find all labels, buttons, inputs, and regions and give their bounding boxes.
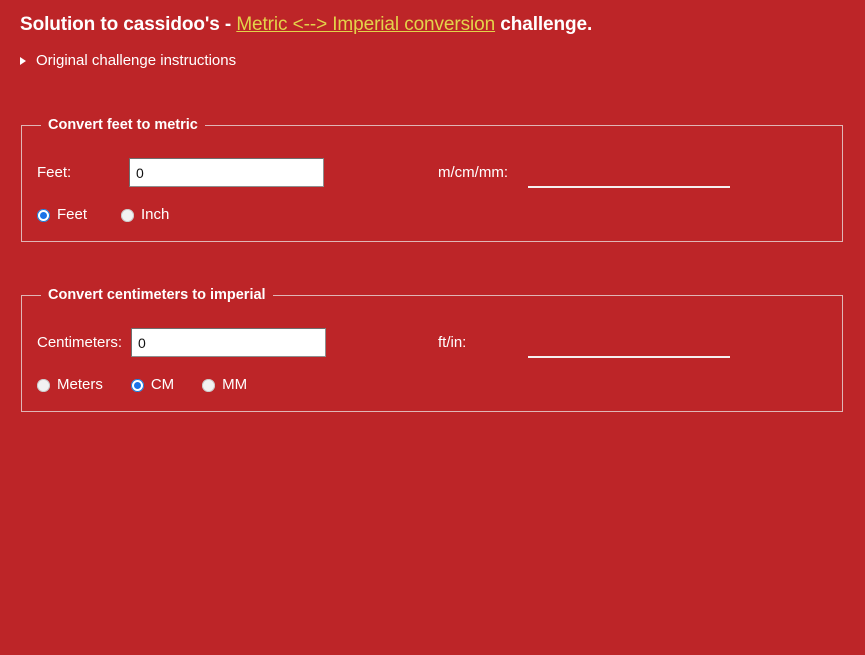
convert-feet-to-metric-fieldset: Convert feet to metric Feet: m/cm/mm: Fe… — [21, 116, 843, 242]
convert-centimeters-to-imperial-fieldset: Convert centimeters to imperial Centimet… — [21, 286, 843, 412]
metric-output-value — [528, 158, 730, 188]
feet-unit-radio-group: Feet Inch — [37, 204, 169, 226]
radio-option-meters[interactable]: Meters — [37, 376, 103, 394]
convert-feet-to-metric-legend: Convert feet to metric — [41, 116, 205, 135]
page-root: Solution to cassidoo's - Metric <--> Imp… — [0, 0, 865, 655]
radio-option-feet[interactable]: Feet — [37, 206, 87, 224]
radio-unselected-icon — [202, 378, 216, 392]
imperial-output-value — [528, 328, 730, 358]
metric-output-label: m/cm/mm: — [438, 164, 508, 181]
radio-option-meters-label: Meters — [57, 376, 103, 393]
radio-option-cm-label: CM — [150, 376, 175, 393]
radio-option-cm[interactable]: CM — [130, 376, 175, 394]
original-challenge-instructions-label: Original challenge instructions — [36, 52, 237, 69]
radio-option-feet-label: Feet — [57, 206, 88, 223]
radio-option-mm-label: MM — [222, 376, 248, 393]
centimeters-input-label: Centimeters: — [37, 334, 123, 351]
radio-selected-icon — [37, 208, 50, 222]
disclosure-triangle-closed-icon — [20, 57, 26, 65]
radio-option-inch-label: Inch — [141, 206, 170, 223]
radio-selected-icon — [130, 378, 144, 392]
imperial-output-label: ft/in: — [438, 334, 467, 351]
centimeters-input[interactable] — [131, 328, 326, 357]
feet-input[interactable] — [129, 158, 324, 187]
radio-option-inch[interactable]: Inch — [121, 206, 169, 224]
challenge-link[interactable]: Metric <--> Imperial conversion — [236, 14, 495, 35]
original-challenge-instructions-toggle[interactable]: Original challenge instructions — [20, 50, 236, 72]
radio-unselected-icon — [121, 208, 135, 222]
page-title-prefix: Solution to cassidoo's - — [20, 14, 237, 35]
feet-field-row: Feet: m/cm/mm: — [22, 156, 842, 190]
radio-option-mm[interactable]: MM — [202, 376, 247, 394]
convert-centimeters-to-imperial-legend: Convert centimeters to imperial — [41, 286, 273, 305]
page-title-suffix: challenge. — [495, 14, 593, 35]
centimeters-unit-radio-group: Meters CM MM — [37, 374, 247, 396]
radio-unselected-icon — [37, 378, 50, 392]
feet-input-label: Feet: — [37, 164, 72, 181]
centimeters-field-row: Centimeters: ft/in: — [22, 326, 842, 360]
page-title: Solution to cassidoo's - Metric <--> Imp… — [20, 12, 592, 38]
